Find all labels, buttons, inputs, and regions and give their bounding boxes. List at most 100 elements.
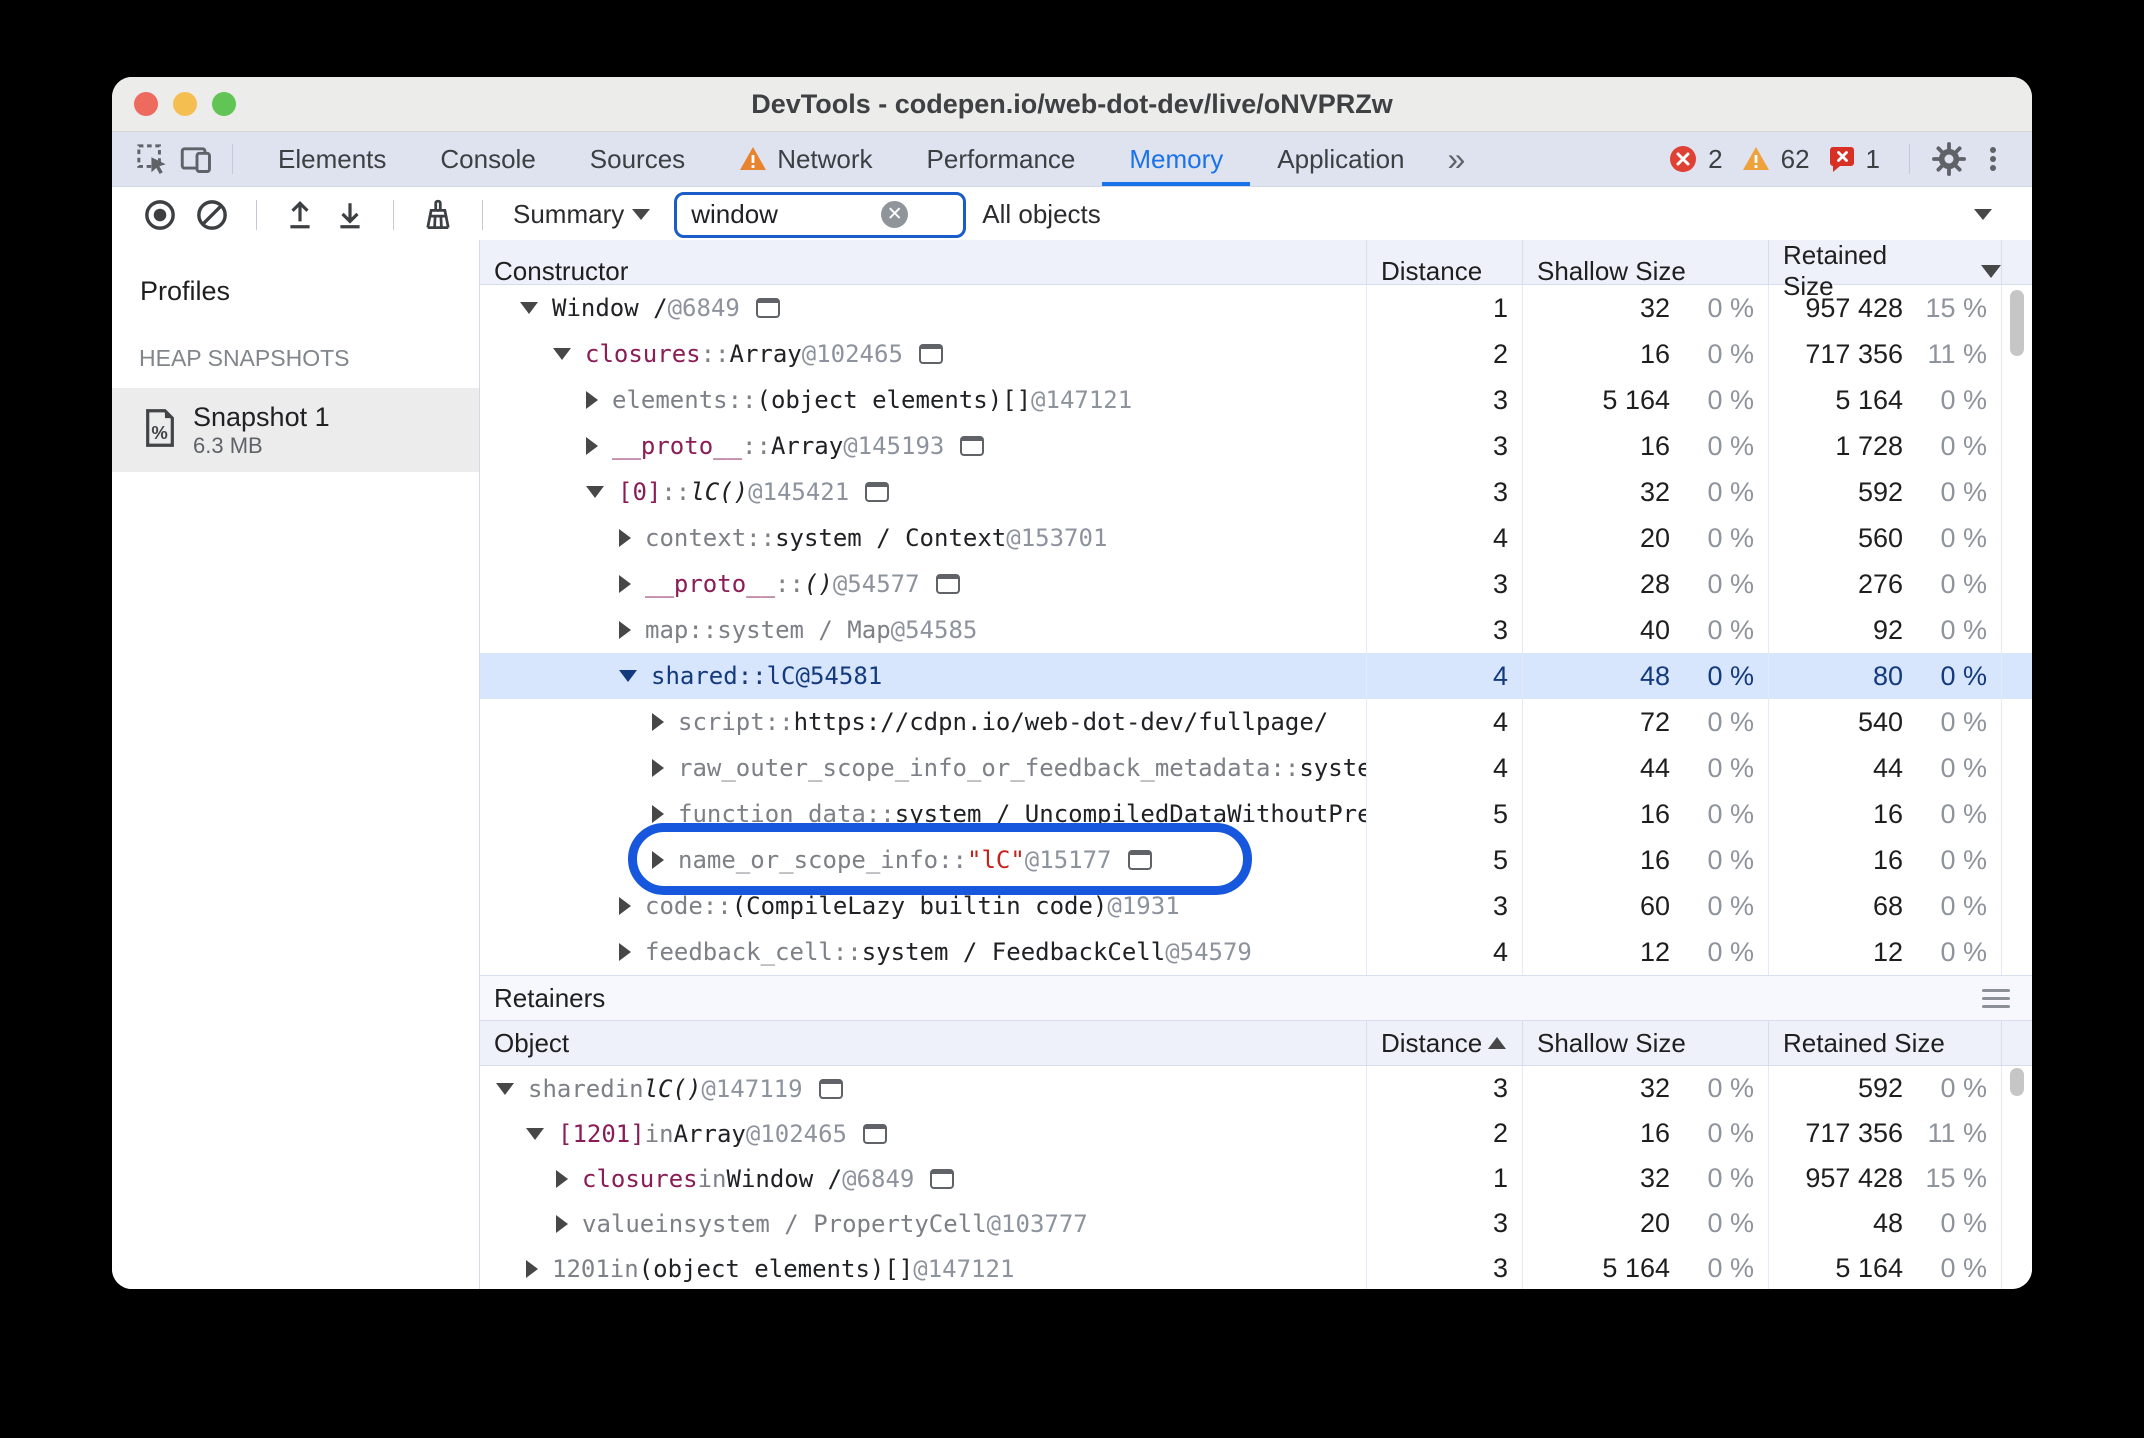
collect-garbage-icon[interactable] [422,199,454,231]
retainer-row[interactable]: closures in Window / @6849 1 32 0 % 957 428 1… [480,1156,2032,1201]
column-header-shallow-size[interactable]: Shallow Size [1523,1021,1769,1065]
retainer-row[interactable]: [1201] in Array @102465 2 16 0 % 717 356 11 % [480,1111,2032,1156]
expand-triangle-icon[interactable] [556,1214,568,1233]
tree-text: Window / [552,294,668,322]
objects-filter-select[interactable]: All objects [982,199,2032,230]
constructor-row[interactable]: map :: system / Map @54585 3 40 0 % 92 0 % [480,607,2032,653]
tree-text: :: [727,386,757,414]
minimize-window-button[interactable] [173,92,197,116]
shallow-size-cell: 5 164 0 % [1523,1246,1769,1289]
constructor-row[interactable]: script :: https://cdpn.io/web-dot-dev/fu… [480,699,2032,745]
settings-gear-icon[interactable] [1931,141,1967,177]
collapse-triangle-icon[interactable] [526,1127,544,1140]
column-header-object[interactable]: Object [480,1021,1367,1065]
expand-triangle-icon[interactable] [619,575,631,593]
tab-sources[interactable]: Sources [563,132,712,186]
retained-size-cell: 717 356 11 % [1769,331,2002,377]
retainer-row[interactable]: shared in lC() @147119 3 32 0 % 592 0 % [480,1066,2032,1111]
expand-triangle-icon[interactable] [586,437,598,455]
constructor-row[interactable]: shared :: lC @54581 4 48 0 % 80 0 % [480,653,2032,699]
collapse-triangle-icon[interactable] [586,486,604,498]
kebab-menu-icon[interactable] [1978,144,2008,174]
window-title: DevTools - codepen.io/web-dot-dev/live/o… [751,88,1393,119]
retainers-scrollbar[interactable] [2010,1068,2024,1096]
expand-triangle-icon[interactable] [619,529,631,547]
collapse-triangle-icon[interactable] [553,348,571,360]
console-errors-icon[interactable] [1669,145,1697,173]
clear-profiles-button[interactable] [196,199,228,231]
error-count: 2 [1708,143,1723,174]
expand-triangle-icon[interactable] [652,805,664,823]
constructor-row[interactable]: name_or_scope_info :: "lC" @15177 5 16 0 % 1… [480,837,2032,883]
tree-text: @147121 [913,1254,1015,1283]
expand-triangle-icon[interactable] [652,713,664,731]
constructor-row[interactable]: [0] :: lC() @145421 3 32 0 % 592 0 % [480,469,2032,515]
constructor-row[interactable]: feedback_cell :: system / FeedbackCell @… [480,929,2032,975]
retainer-row[interactable]: 1201 in (object elements)[] @147121 3 5 16… [480,1246,2032,1289]
reveal-object-icon[interactable] [863,1123,888,1144]
profile-view-select[interactable]: Summary [513,199,651,230]
column-header-retained-size[interactable]: Retained Size [1769,1021,2002,1065]
reveal-object-icon[interactable] [1127,850,1152,870]
clear-search-icon[interactable]: ✕ [881,201,909,228]
constructor-row[interactable]: Window / @6849 1 32 0 % 957 428 15 % [480,285,2032,331]
collapse-triangle-icon[interactable] [619,670,637,682]
load-profile-icon[interactable] [335,199,365,231]
constructor-row[interactable]: context :: system / Context @153701 4 20 0 … [480,515,2032,561]
more-tabs-icon[interactable]: » [1448,141,1466,178]
expand-triangle-icon[interactable] [556,1169,568,1188]
collapse-triangle-icon[interactable] [520,302,538,314]
column-header-distance[interactable]: Distance [1367,1021,1523,1065]
constructor-row[interactable]: closures :: Array @102465 2 16 0 % 717 356 11… [480,331,2032,377]
retainer-row[interactable]: value in system / PropertyCell @103777 3 2… [480,1201,2032,1246]
tab-memory[interactable]: Memory [1102,132,1250,186]
search-input[interactable] [691,199,882,230]
reveal-object-icon[interactable] [918,344,943,364]
tree-text: @1931 [1107,892,1180,920]
expand-triangle-icon[interactable] [652,851,664,869]
reveal-object-icon[interactable] [935,574,960,594]
tree-text: @6849 [667,294,740,322]
expand-triangle-icon[interactable] [526,1259,538,1278]
constructor-row[interactable]: elements :: (object elements)[] @147121 3… [480,377,2032,423]
expand-triangle-icon[interactable] [619,621,631,639]
collapse-triangle-icon[interactable] [496,1082,514,1095]
reveal-object-icon[interactable] [755,298,780,318]
close-window-button[interactable] [134,92,158,116]
tree-text: system / FeedbackCell [861,938,1166,966]
tab-performance[interactable]: Performance [900,132,1103,186]
distance-cell: 4 [1367,745,1523,791]
expand-triangle-icon[interactable] [652,759,664,777]
constructor-row[interactable]: __proto__ :: Array @145193 3 16 0 % 1 728 0 % [480,423,2032,469]
reveal-object-icon[interactable] [865,482,890,502]
tab-network[interactable]: Network [712,132,899,186]
constructor-row[interactable]: raw_outer_scope_info_or_feedback_metadat… [480,745,2032,791]
retained-size-cell: 68 0 % [1769,883,2002,929]
tab-application[interactable]: Application [1250,132,1431,186]
tree-text: :: [702,892,732,920]
expand-triangle-icon[interactable] [586,391,598,409]
console-warnings-icon[interactable] [1742,146,1770,172]
save-profile-icon[interactable] [285,199,315,231]
zoom-window-button[interactable] [212,92,236,116]
device-toolbar-icon[interactable] [180,143,214,175]
constructor-row[interactable]: code :: (CompileLazy builtin code) @1931… [480,883,2032,929]
constructor-row[interactable]: function_data :: system / UncompiledData… [480,791,2032,837]
snapshot-item[interactable]: % Snapshot 1 6.3 MB [112,388,479,472]
tree-cell: code :: (CompileLazy builtin code) @1931 [480,883,1367,929]
constructor-row[interactable]: __proto__ :: () @54577 3 28 0 % 276 0 % [480,561,2032,607]
tab-console[interactable]: Console [413,132,562,186]
tree-text: @145421 [748,478,850,506]
retainers-menu-icon[interactable] [1982,989,2010,1008]
expand-triangle-icon[interactable] [619,897,631,915]
inspect-element-icon[interactable] [136,143,168,175]
expand-triangle-icon[interactable] [619,943,631,961]
tab-elements[interactable]: Elements [251,132,413,186]
constructors-scrollbar[interactable] [2010,290,2024,356]
reveal-object-icon[interactable] [818,1078,843,1099]
reveal-object-icon[interactable] [960,436,985,456]
reveal-object-icon[interactable] [930,1168,955,1189]
record-heap-snapshot-button[interactable] [144,199,176,231]
issues-icon[interactable] [1829,145,1855,173]
tree-cell: shared :: lC @54581 [480,653,1367,699]
